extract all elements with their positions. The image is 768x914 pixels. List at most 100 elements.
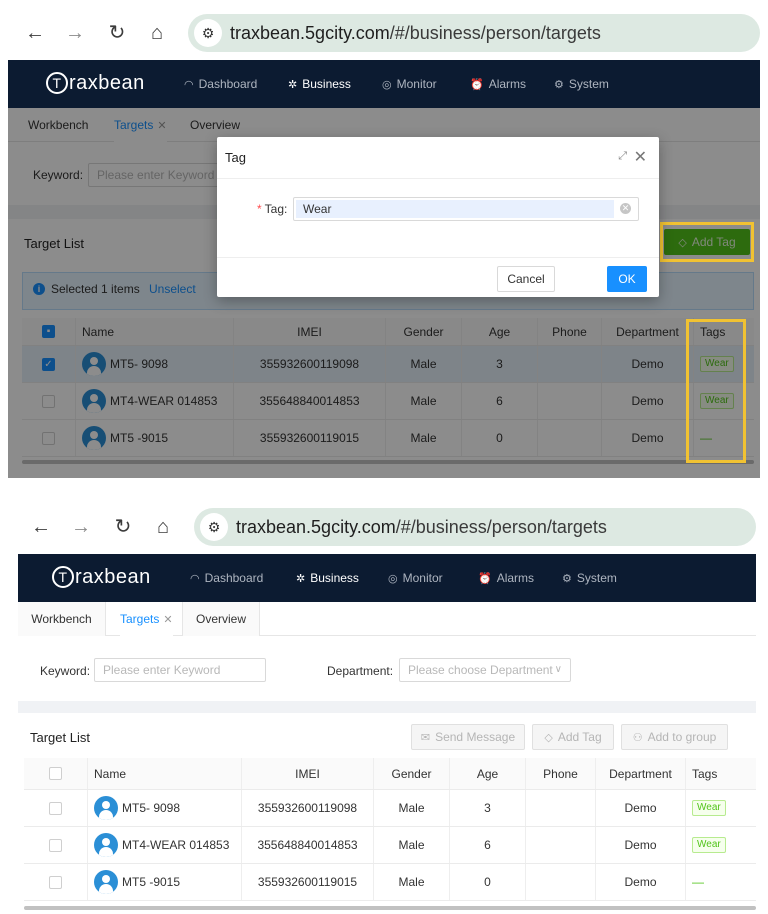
home-icon[interactable]: ⌂ bbox=[144, 20, 170, 46]
app-header: Traxbean ◠ Dashboard ✲ Business ◎ Monitor ⏰… bbox=[18, 554, 756, 602]
gender-cell: Male bbox=[374, 827, 450, 863]
menu-label: Alarms bbox=[496, 571, 535, 585]
horizontal-scrollbar[interactable] bbox=[24, 906, 756, 910]
clear-input-icon[interactable]: ✕ bbox=[620, 203, 631, 214]
keyword-input[interactable]: Please enter Keyword bbox=[94, 658, 266, 682]
target-name: MT5 -9015 bbox=[122, 875, 181, 889]
row-select-cell bbox=[24, 864, 88, 900]
add-tag-highlight bbox=[660, 222, 754, 262]
department-cell: Demo bbox=[596, 790, 686, 826]
imei-cell: 355648840014853 bbox=[242, 827, 374, 863]
phone-cell bbox=[526, 864, 596, 900]
select-all-checkbox[interactable] bbox=[49, 767, 62, 780]
tab-workbench[interactable]: Workbench bbox=[18, 602, 106, 636]
menu-alarms[interactable]: ⏰ Alarms bbox=[470, 60, 526, 108]
department-cell: Demo bbox=[596, 864, 686, 900]
close-tab-icon[interactable]: ✕ bbox=[163, 614, 172, 626]
site-settings-icon[interactable]: ⚙ bbox=[194, 19, 222, 47]
back-arrow-icon[interactable]: ← bbox=[28, 514, 54, 540]
traxbean-logo[interactable]: Traxbean bbox=[52, 566, 151, 589]
screenshot-target-list: ← → ↻ ⌂ ⚙ traxbean.5gcity.com/#/business… bbox=[0, 494, 768, 914]
logo-mark: T bbox=[46, 72, 68, 94]
row-checkbox[interactable] bbox=[49, 801, 62, 815]
menu-label: Alarms bbox=[488, 77, 527, 91]
empty-tag-placeholder: — bbox=[692, 875, 704, 889]
logo-text: raxbean bbox=[75, 566, 151, 588]
menu-label: Monitor bbox=[402, 571, 443, 585]
col-gender: Gender bbox=[374, 758, 450, 789]
logo-text: raxbean bbox=[69, 72, 145, 94]
table-row[interactable]: MT4-WEAR 014853 355648840014853 Male 6 D… bbox=[24, 827, 756, 864]
avatar-icon bbox=[94, 833, 118, 857]
gear-icon: ⚙ bbox=[554, 79, 564, 91]
tab-label: Targets bbox=[120, 612, 160, 626]
row-checkbox[interactable] bbox=[49, 875, 62, 889]
menu-business[interactable]: ✲ Business bbox=[288, 60, 351, 108]
add-tag-button[interactable]: ◇ Add Tag bbox=[532, 724, 614, 750]
tags-cell: Wear bbox=[686, 790, 756, 826]
tag-dialog: Tag ⤢ ✕ * Tag: Wear ✕ Cancel OK bbox=[217, 137, 659, 297]
department-label: Department: bbox=[327, 664, 394, 678]
tag-icon: ◇ bbox=[544, 732, 553, 744]
keyword-label: Keyword: bbox=[40, 664, 91, 678]
url-path: /#/business/person/targets bbox=[395, 517, 607, 537]
back-arrow-icon[interactable]: ← bbox=[22, 20, 48, 46]
address-bar[interactable]: ⚙ traxbean.5gcity.com/#/business/person/… bbox=[194, 508, 756, 546]
ok-button[interactable]: OK bbox=[607, 266, 647, 292]
tab-targets[interactable]: Targets ✕ bbox=[120, 602, 173, 636]
tab-overview[interactable]: Overview bbox=[182, 602, 260, 636]
site-settings-icon[interactable]: ⚙ bbox=[200, 513, 228, 541]
forward-arrow-icon[interactable]: → bbox=[68, 514, 94, 540]
menu-system[interactable]: ⚙ System bbox=[562, 554, 617, 602]
menu-alarms[interactable]: ⏰ Alarms bbox=[478, 554, 534, 602]
table-row[interactable]: MT5 -9015 355932600119015 Male 0 Demo — bbox=[24, 864, 756, 901]
home-icon[interactable]: ⌂ bbox=[150, 514, 176, 540]
menu-monitor[interactable]: ◎ Monitor bbox=[382, 60, 437, 108]
name-cell: MT5- 9098 bbox=[88, 790, 242, 826]
menu-label: Dashboard bbox=[198, 77, 258, 91]
phone-cell bbox=[526, 790, 596, 826]
department-select[interactable]: Please choose Department ∨ bbox=[399, 658, 571, 682]
send-message-button[interactable]: ✉ Send Message bbox=[411, 724, 525, 750]
fullscreen-icon[interactable]: ⤢ bbox=[618, 150, 627, 163]
menu-dashboard[interactable]: ◠ Dashboard bbox=[184, 60, 257, 108]
group-icon: ⚇ bbox=[632, 732, 643, 744]
alarm-clock-icon: ⏰ bbox=[478, 573, 492, 585]
close-icon[interactable]: ✕ bbox=[634, 147, 647, 167]
row-checkbox[interactable] bbox=[49, 838, 62, 852]
alarm-clock-icon: ⏰ bbox=[470, 79, 484, 91]
phone-cell bbox=[526, 827, 596, 863]
menu-dashboard[interactable]: ◠ Dashboard bbox=[190, 554, 263, 602]
table-row[interactable]: MT5- 9098 355932600119098 Male 3 Demo We… bbox=[24, 790, 756, 827]
gear-icon: ⚙ bbox=[562, 573, 572, 585]
url-path: /#/business/person/targets bbox=[389, 23, 601, 43]
menu-business[interactable]: ✲ Business bbox=[296, 554, 359, 602]
target-list-title: Target List bbox=[30, 730, 90, 745]
tags-column-highlight bbox=[686, 319, 746, 463]
menu-monitor[interactable]: ◎ Monitor bbox=[388, 554, 443, 602]
age-cell: 3 bbox=[450, 790, 526, 826]
dashboard-icon: ◠ bbox=[190, 573, 200, 585]
forward-arrow-icon[interactable]: → bbox=[62, 20, 88, 46]
menu-system[interactable]: ⚙ System bbox=[554, 60, 609, 108]
reload-icon[interactable]: ↻ bbox=[104, 20, 130, 46]
location-pin-icon: ◎ bbox=[382, 79, 392, 91]
add-to-group-button[interactable]: ⚇ Add to group bbox=[621, 724, 728, 750]
col-age: Age bbox=[450, 758, 526, 789]
dashboard-icon: ◠ bbox=[184, 79, 194, 91]
avatar-icon bbox=[94, 796, 118, 820]
cancel-button[interactable]: Cancel bbox=[497, 266, 555, 292]
menu-label: System bbox=[568, 77, 609, 91]
reload-icon[interactable]: ↻ bbox=[110, 514, 136, 540]
age-cell: 6 bbox=[450, 827, 526, 863]
menu-label: Monitor bbox=[396, 77, 437, 91]
target-list-panel: Target List ✉ Send Message ◇ Add Tag ⚇ Add … bbox=[18, 713, 756, 914]
tag-input[interactable]: Wear ✕ bbox=[293, 197, 639, 221]
dialog-header: Tag ⤢ ✕ bbox=[217, 137, 659, 179]
department-placeholder: Please choose Department bbox=[408, 663, 553, 677]
address-bar[interactable]: ⚙ traxbean.5gcity.com/#/business/person/… bbox=[188, 14, 760, 52]
col-department: Department bbox=[596, 758, 686, 789]
dialog-title: Tag bbox=[225, 150, 246, 165]
tag-input-value: Wear bbox=[296, 200, 614, 218]
traxbean-logo[interactable]: Traxbean bbox=[46, 72, 145, 95]
